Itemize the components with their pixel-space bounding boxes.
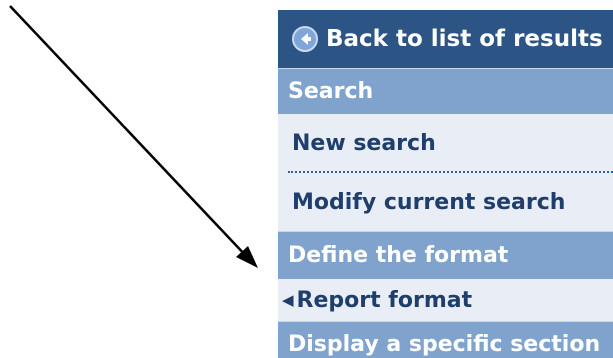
- modify-current-search-link[interactable]: Modify current search: [278, 173, 613, 231]
- back-to-results-label: Back to list of results: [326, 26, 603, 52]
- section-header-define-format: Define the format: [278, 231, 613, 279]
- new-search-link[interactable]: New search: [278, 114, 613, 172]
- modify-current-search-label: Modify current search: [292, 189, 566, 215]
- back-arrow-icon: [292, 26, 318, 52]
- screenshot-canvas: Back to list of results Search New searc…: [0, 0, 613, 358]
- section-header-label: Define the format: [288, 243, 509, 268]
- results-side-menu: Back to list of results Search New searc…: [278, 10, 613, 358]
- section-header-display-section: Display a specific section: [278, 321, 613, 358]
- section-header-search: Search: [278, 68, 613, 114]
- back-to-results-link[interactable]: Back to list of results: [278, 10, 613, 68]
- report-format-label: Report format: [296, 287, 473, 313]
- section-header-label: Display a specific section: [288, 332, 601, 357]
- new-search-label: New search: [292, 130, 436, 156]
- caret-left-icon: ◀: [282, 291, 294, 309]
- section-header-label: Search: [288, 79, 374, 104]
- report-format-link[interactable]: ◀ Report format: [278, 279, 613, 321]
